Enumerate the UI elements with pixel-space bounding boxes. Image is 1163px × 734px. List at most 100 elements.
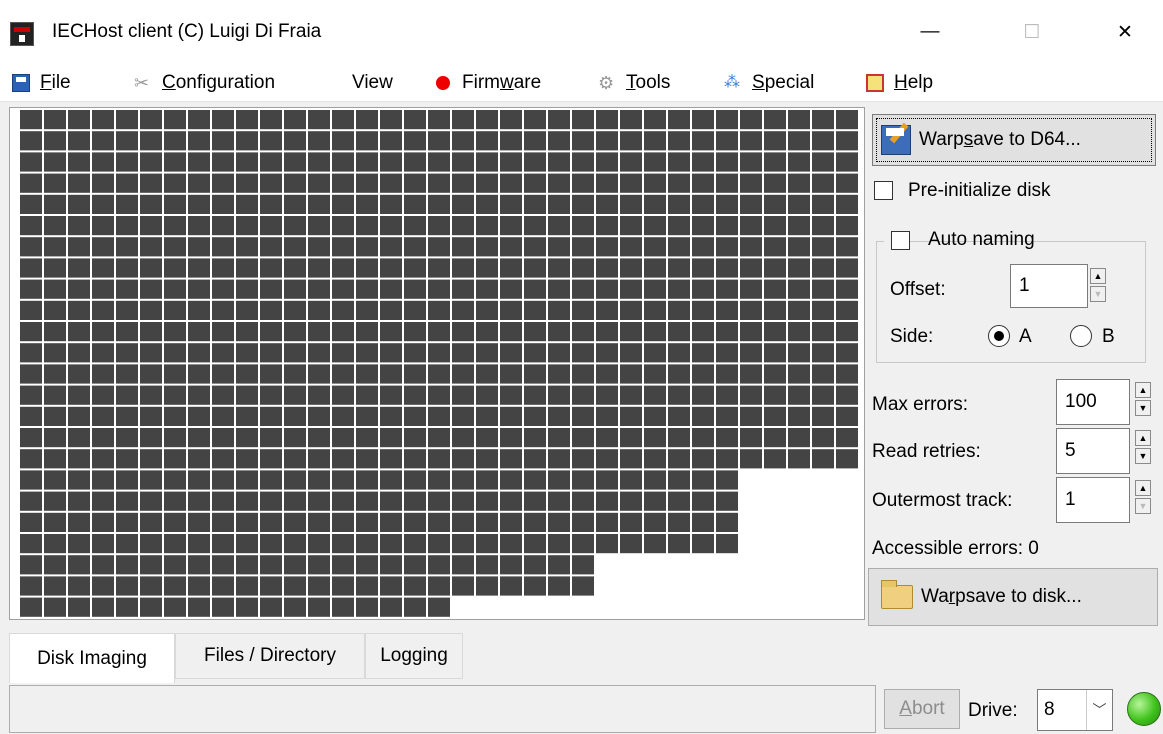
disk-block: [500, 470, 522, 490]
disk-block: [356, 279, 378, 299]
read-retries-input[interactable]: 5: [1056, 428, 1130, 474]
outermost-track-spinner[interactable]: ▲ ▼: [1135, 480, 1151, 514]
menu-help[interactable]: Help: [866, 70, 933, 96]
warpsave-disk-button[interactable]: Warpsave to disk...: [868, 568, 1158, 626]
menu-firmware[interactable]: Firmware: [434, 70, 541, 96]
disk-block: [428, 512, 450, 532]
drive-select[interactable]: 8 ﹀: [1037, 689, 1113, 731]
disk-block: [692, 428, 714, 448]
disk-block: [428, 237, 450, 257]
spin-down-icon[interactable]: ▼: [1135, 448, 1151, 464]
disk-block: [500, 491, 522, 511]
spin-down-icon[interactable]: ▼: [1090, 286, 1106, 302]
disk-block: [116, 322, 138, 342]
auto-naming-checkbox[interactable]: [891, 231, 910, 250]
disk-block: [716, 512, 738, 532]
warpsave-d64-button[interactable]: Warpsave to D64...: [872, 114, 1156, 166]
offset-spinner[interactable]: ▲ ▼: [1090, 268, 1106, 302]
disk-block: [116, 258, 138, 278]
side-a-radio[interactable]: [988, 325, 1010, 347]
disk-block: [380, 152, 402, 172]
close-button[interactable]: ✕: [1095, 10, 1155, 54]
disk-block: [812, 279, 834, 299]
disk-block: [836, 131, 858, 151]
disk-block: [500, 343, 522, 363]
disk-block: [476, 512, 498, 532]
disk-block: [524, 110, 546, 130]
disk-block: [500, 152, 522, 172]
abort-button[interactable]: Abort: [884, 689, 960, 729]
disk-block: [380, 512, 402, 532]
disk-block: [284, 237, 306, 257]
spin-up-icon[interactable]: ▲: [1090, 268, 1106, 284]
disk-block: [20, 385, 42, 405]
outermost-track-input[interactable]: 1: [1056, 477, 1130, 523]
disk-block: [188, 279, 210, 299]
disk-block: [812, 428, 834, 448]
chevron-down-icon[interactable]: ﹀: [1086, 690, 1112, 730]
spin-down-icon[interactable]: ▼: [1135, 498, 1151, 514]
disk-block: [500, 131, 522, 151]
disk-block: [644, 300, 666, 320]
disk-block: [20, 131, 42, 151]
disk-block: [164, 555, 186, 575]
disk-block: [620, 173, 642, 193]
disk-block: [68, 110, 90, 130]
tab-logging[interactable]: Logging: [365, 633, 463, 679]
disk-block: [188, 300, 210, 320]
disk-block: [620, 406, 642, 426]
tab-files-directory[interactable]: Files / Directory: [175, 633, 365, 679]
side-b-radio[interactable]: [1070, 325, 1092, 347]
maximize-button[interactable]: ☐: [1002, 10, 1062, 54]
menu-special[interactable]: ⁂ Special: [724, 70, 814, 96]
spin-up-icon[interactable]: ▲: [1135, 430, 1151, 446]
help-icon: [866, 74, 884, 92]
disk-block: [452, 491, 474, 511]
menu-file[interactable]: File: [12, 70, 71, 96]
disk-block: [188, 534, 210, 554]
disk-block: [260, 173, 282, 193]
menu-view[interactable]: View: [352, 70, 393, 96]
disk-block: [92, 555, 114, 575]
disk-block: [332, 279, 354, 299]
disk-block: [212, 279, 234, 299]
drive-label: Drive:: [968, 700, 1018, 721]
spin-up-icon[interactable]: ▲: [1135, 480, 1151, 496]
disk-block: [308, 470, 330, 490]
disk-block: [332, 597, 354, 617]
disk-block: [548, 216, 570, 236]
disk-block: [236, 491, 258, 511]
disk-block: [524, 237, 546, 257]
disk-block: [812, 322, 834, 342]
disk-block: [452, 534, 474, 554]
disk-block: [92, 194, 114, 214]
disk-block: [212, 428, 234, 448]
menu-configuration[interactable]: ✂ Configuration: [134, 70, 275, 96]
spin-up-icon[interactable]: ▲: [1135, 382, 1151, 398]
disk-block: [140, 597, 162, 617]
auto-naming-label: Auto naming: [928, 229, 1035, 250]
disk-block: [524, 322, 546, 342]
spin-down-icon[interactable]: ▼: [1135, 400, 1151, 416]
disk-block: [716, 300, 738, 320]
pre-initialize-checkbox[interactable]: [874, 181, 893, 200]
menu-tools[interactable]: ⚙ Tools: [598, 70, 670, 96]
disk-block: [428, 216, 450, 236]
tab-disk-imaging[interactable]: Disk Imaging: [9, 633, 175, 683]
max-errors-spinner[interactable]: ▲ ▼: [1135, 382, 1151, 416]
offset-input[interactable]: 1: [1010, 264, 1088, 308]
minimize-button[interactable]: —: [900, 10, 960, 54]
read-retries-spinner[interactable]: ▲ ▼: [1135, 430, 1151, 464]
disk-block: [68, 512, 90, 532]
disk-block: [68, 597, 90, 617]
disk-block: [356, 534, 378, 554]
floppy-icon: [12, 74, 30, 92]
disk-block: [308, 322, 330, 342]
disk-block: [572, 152, 594, 172]
max-errors-input[interactable]: 100: [1056, 379, 1130, 425]
disk-block: [620, 152, 642, 172]
disk-block: [764, 364, 786, 384]
disk-block: [44, 449, 66, 469]
disk-block: [380, 131, 402, 151]
disk-block: [284, 576, 306, 596]
